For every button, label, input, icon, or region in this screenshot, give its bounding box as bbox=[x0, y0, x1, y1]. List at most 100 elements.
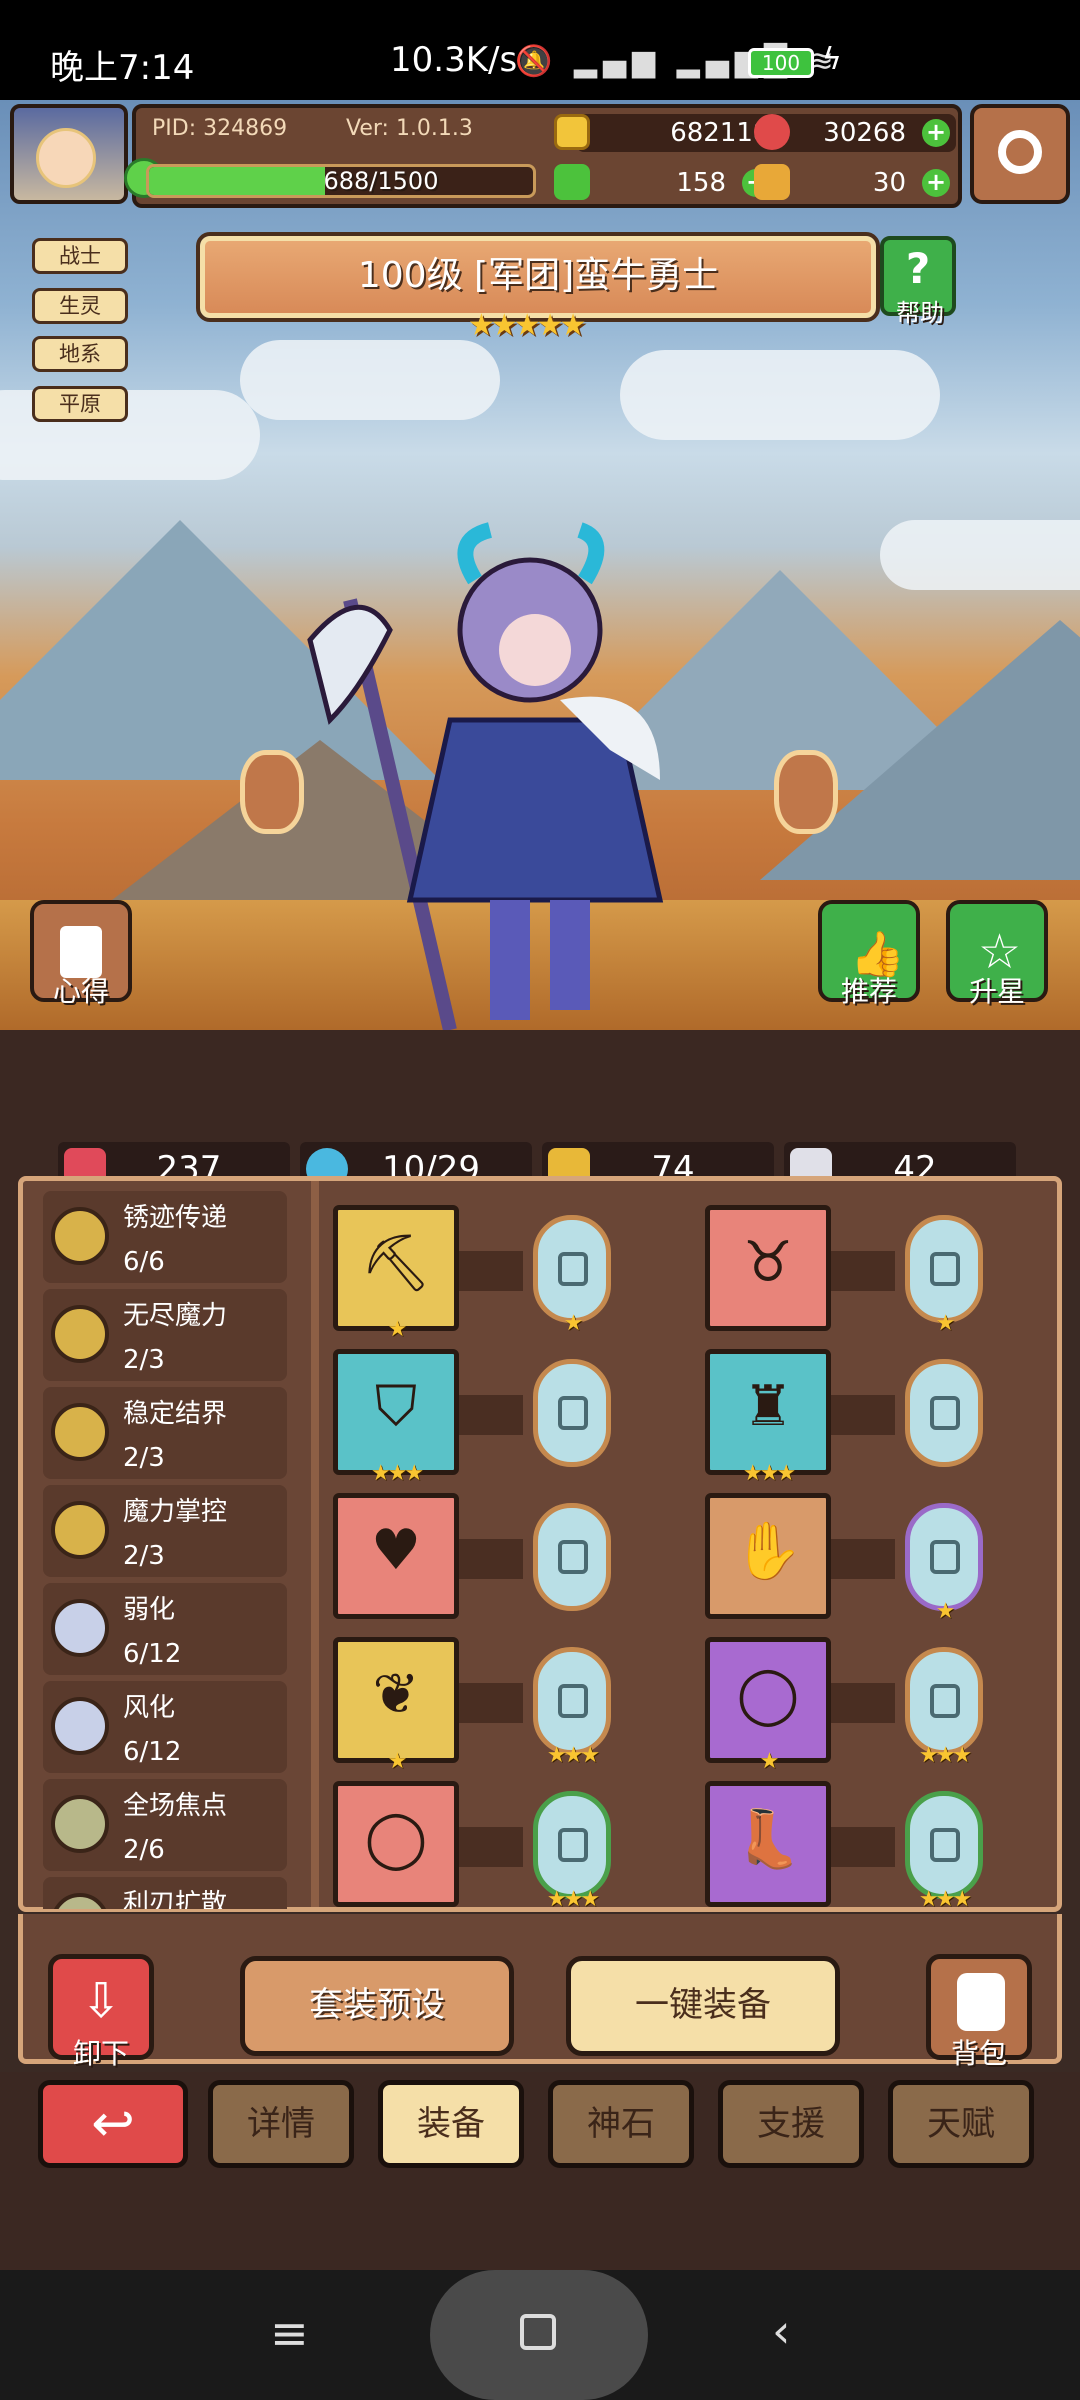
set-bonus-item[interactable]: 锈迹传递 6/6 bbox=[43, 1191, 287, 1283]
gauntlet-icon: ✋ bbox=[733, 1519, 803, 1584]
back-arrow-icon[interactable]: ‹ bbox=[772, 2304, 790, 2358]
set-bonus-item[interactable]: 魔力掌控 2/3 bbox=[43, 1485, 287, 1577]
tab-equipment[interactable]: 装备 bbox=[378, 2080, 524, 2168]
equip-slot-amulet[interactable]: ❦ ★ bbox=[333, 1637, 459, 1774]
chest-armor-icon: ⛉ bbox=[375, 1374, 417, 1439]
tag-race[interactable]: 生灵 bbox=[32, 288, 128, 324]
set-bonus-item[interactable]: 无尽魔力 2/3 bbox=[43, 1289, 287, 1381]
menu-icon[interactable]: ≡ bbox=[270, 2306, 309, 2360]
clover-icon bbox=[554, 164, 590, 200]
set-bonus-item[interactable]: 全场焦点 2/6 bbox=[43, 1779, 287, 1871]
rune-icon bbox=[558, 1252, 588, 1286]
horn-token-icon bbox=[754, 164, 790, 200]
set-bonus-item[interactable]: 稳定结界 2/3 bbox=[43, 1387, 287, 1479]
set-bonus-item[interactable]: 弱化 6/12 bbox=[43, 1583, 287, 1675]
hero-sprite bbox=[300, 520, 720, 1040]
bag-label: 背包 bbox=[950, 2037, 1007, 2070]
tag-terrain[interactable]: 平原 bbox=[32, 386, 128, 422]
add-ruby-button[interactable]: + bbox=[922, 119, 950, 147]
equip-slot-boots[interactable]: 👢 bbox=[705, 1781, 831, 1907]
auto-equip-button[interactable]: 一键装备 bbox=[566, 1956, 840, 2056]
gem-slot-boots[interactable]: ★★★ bbox=[905, 1791, 983, 1912]
backpack-icon bbox=[957, 1973, 1005, 2031]
upstar-label: 升星 bbox=[968, 975, 1025, 1008]
ruby-icon bbox=[754, 114, 790, 150]
home-button[interactable] bbox=[430, 2270, 648, 2400]
rune-icon bbox=[558, 1828, 588, 1862]
boots-icon: 👢 bbox=[733, 1807, 803, 1872]
clover-value: 158 bbox=[676, 168, 726, 198]
tab-support[interactable]: 支援 bbox=[718, 2080, 864, 2168]
tag-element[interactable]: 地系 bbox=[32, 336, 128, 372]
game-screen: PID: 324869 Ver: 1.0.1.3 688/1500 682118… bbox=[0, 100, 1080, 2270]
gem-slot-gloves[interactable]: ★ bbox=[905, 1503, 983, 1624]
home-icon bbox=[520, 2314, 556, 2350]
gem-slot-chest[interactable] bbox=[533, 1359, 611, 1467]
rune-icon bbox=[930, 1396, 960, 1430]
equip-slot-weapon[interactable]: ⛏ ★ bbox=[333, 1205, 459, 1342]
charging-icon: ϟ bbox=[822, 42, 842, 77]
equip-slot-armor[interactable]: ♜ ★★★ bbox=[705, 1349, 831, 1486]
equip-slot-ring-1[interactable]: ◯ ★ bbox=[705, 1637, 831, 1774]
equip-slot-tunic[interactable]: ♥ bbox=[333, 1493, 459, 1619]
rune-icon bbox=[558, 1684, 588, 1718]
player-info-panel: PID: 324869 Ver: 1.0.1.3 688/1500 682118… bbox=[124, 104, 962, 208]
help-label: 帮助 bbox=[896, 299, 944, 327]
shield-coin-icon bbox=[51, 1403, 109, 1461]
battery-icon: 100 bbox=[748, 48, 814, 78]
horn-helm-icon: ♉ bbox=[742, 1230, 794, 1295]
token-value: 30 bbox=[872, 168, 906, 198]
gem-slot-armor[interactable] bbox=[905, 1359, 983, 1467]
ring-icon: ◯ bbox=[364, 1806, 428, 1871]
gem-slot-helm[interactable]: ★ bbox=[905, 1215, 983, 1336]
equip-slot-gloves[interactable]: ✋ bbox=[705, 1493, 831, 1619]
xp-text: 688/1500 bbox=[323, 167, 439, 195]
equip-slot-chest[interactable]: ⛉ ★★★ bbox=[333, 1349, 459, 1486]
gear-coin-icon bbox=[51, 1207, 109, 1265]
set-bonus-item[interactable]: 利刃扩散 bbox=[43, 1877, 287, 1909]
amulet-icon: ❦ bbox=[372, 1662, 420, 1727]
ring-icon: ◯ bbox=[736, 1662, 800, 1727]
ruby-value: 30268 bbox=[823, 118, 906, 148]
gem-slot-weapon[interactable]: ★ bbox=[533, 1215, 611, 1336]
action-bar bbox=[18, 1914, 1062, 2064]
gem-slot-ring-2[interactable]: ★★★ bbox=[533, 1791, 611, 1912]
left-stone-slot[interactable] bbox=[240, 750, 304, 834]
add-token-button[interactable]: + bbox=[922, 169, 950, 197]
gem-slot-tunic[interactable] bbox=[533, 1503, 611, 1611]
player-avatar[interactable] bbox=[10, 104, 128, 204]
settings-button[interactable] bbox=[970, 104, 1070, 204]
magic-coin-icon bbox=[51, 1501, 109, 1559]
plate-armor-icon: ♜ bbox=[742, 1374, 794, 1439]
tab-details[interactable]: 详情 bbox=[208, 2080, 354, 2168]
status-bar: 晚上7:14 10.3K/s 🔕 ▂▄▆ ▂▄▆█ ≋ 100 ϟ bbox=[0, 0, 1080, 100]
preset-button[interactable]: 套装预设 bbox=[240, 1956, 514, 2056]
panel-divider bbox=[311, 1181, 319, 1907]
gem-slot-amulet[interactable]: ★★★ bbox=[533, 1647, 611, 1768]
tab-godstone[interactable]: 神石 bbox=[548, 2080, 694, 2168]
game-version: Ver: 1.0.1.3 bbox=[346, 116, 473, 141]
status-time: 晚上7:14 bbox=[50, 48, 195, 88]
gear-icon bbox=[998, 130, 1042, 174]
set-bonus-list[interactable]: 锈迹传递 6/6 无尽魔力 2/3 稳定结界 2/3 魔力掌控 2/3 弱化 6/12 风… bbox=[33, 1191, 305, 1909]
blade-coin-icon bbox=[51, 1893, 109, 1909]
right-stone-slot[interactable] bbox=[774, 750, 838, 834]
rune-icon bbox=[558, 1540, 588, 1574]
equip-slot-helm[interactable]: ♉ bbox=[705, 1205, 831, 1331]
equipment-panel: 锈迹传递 6/6 无尽魔力 2/3 稳定结界 2/3 魔力掌控 2/3 弱化 6/12 风… bbox=[18, 1176, 1062, 1912]
erode-coin-icon bbox=[51, 1697, 109, 1755]
back-button[interactable]: ↩ bbox=[38, 2080, 188, 2168]
focus-coin-icon bbox=[51, 1795, 109, 1853]
tab-talent[interactable]: 天赋 bbox=[888, 2080, 1034, 2168]
set-bonus-item[interactable]: 风化 6/12 bbox=[43, 1681, 287, 1773]
axe-icon: ⛏ bbox=[360, 1231, 432, 1296]
tag-class[interactable]: 战士 bbox=[32, 238, 128, 274]
equip-slot-ring-2[interactable]: ◯ bbox=[333, 1781, 459, 1907]
insight-label: 心得 bbox=[52, 975, 109, 1008]
gem-slot-ring-1[interactable]: ★★★ bbox=[905, 1647, 983, 1768]
gold-coin-icon bbox=[554, 114, 590, 150]
arrow-down-icon: ⇩ bbox=[81, 1973, 122, 2029]
weaken-coin-icon bbox=[51, 1599, 109, 1657]
clover-counter: 158 + bbox=[554, 164, 776, 202]
player-id: PID: 324869 bbox=[152, 116, 288, 141]
